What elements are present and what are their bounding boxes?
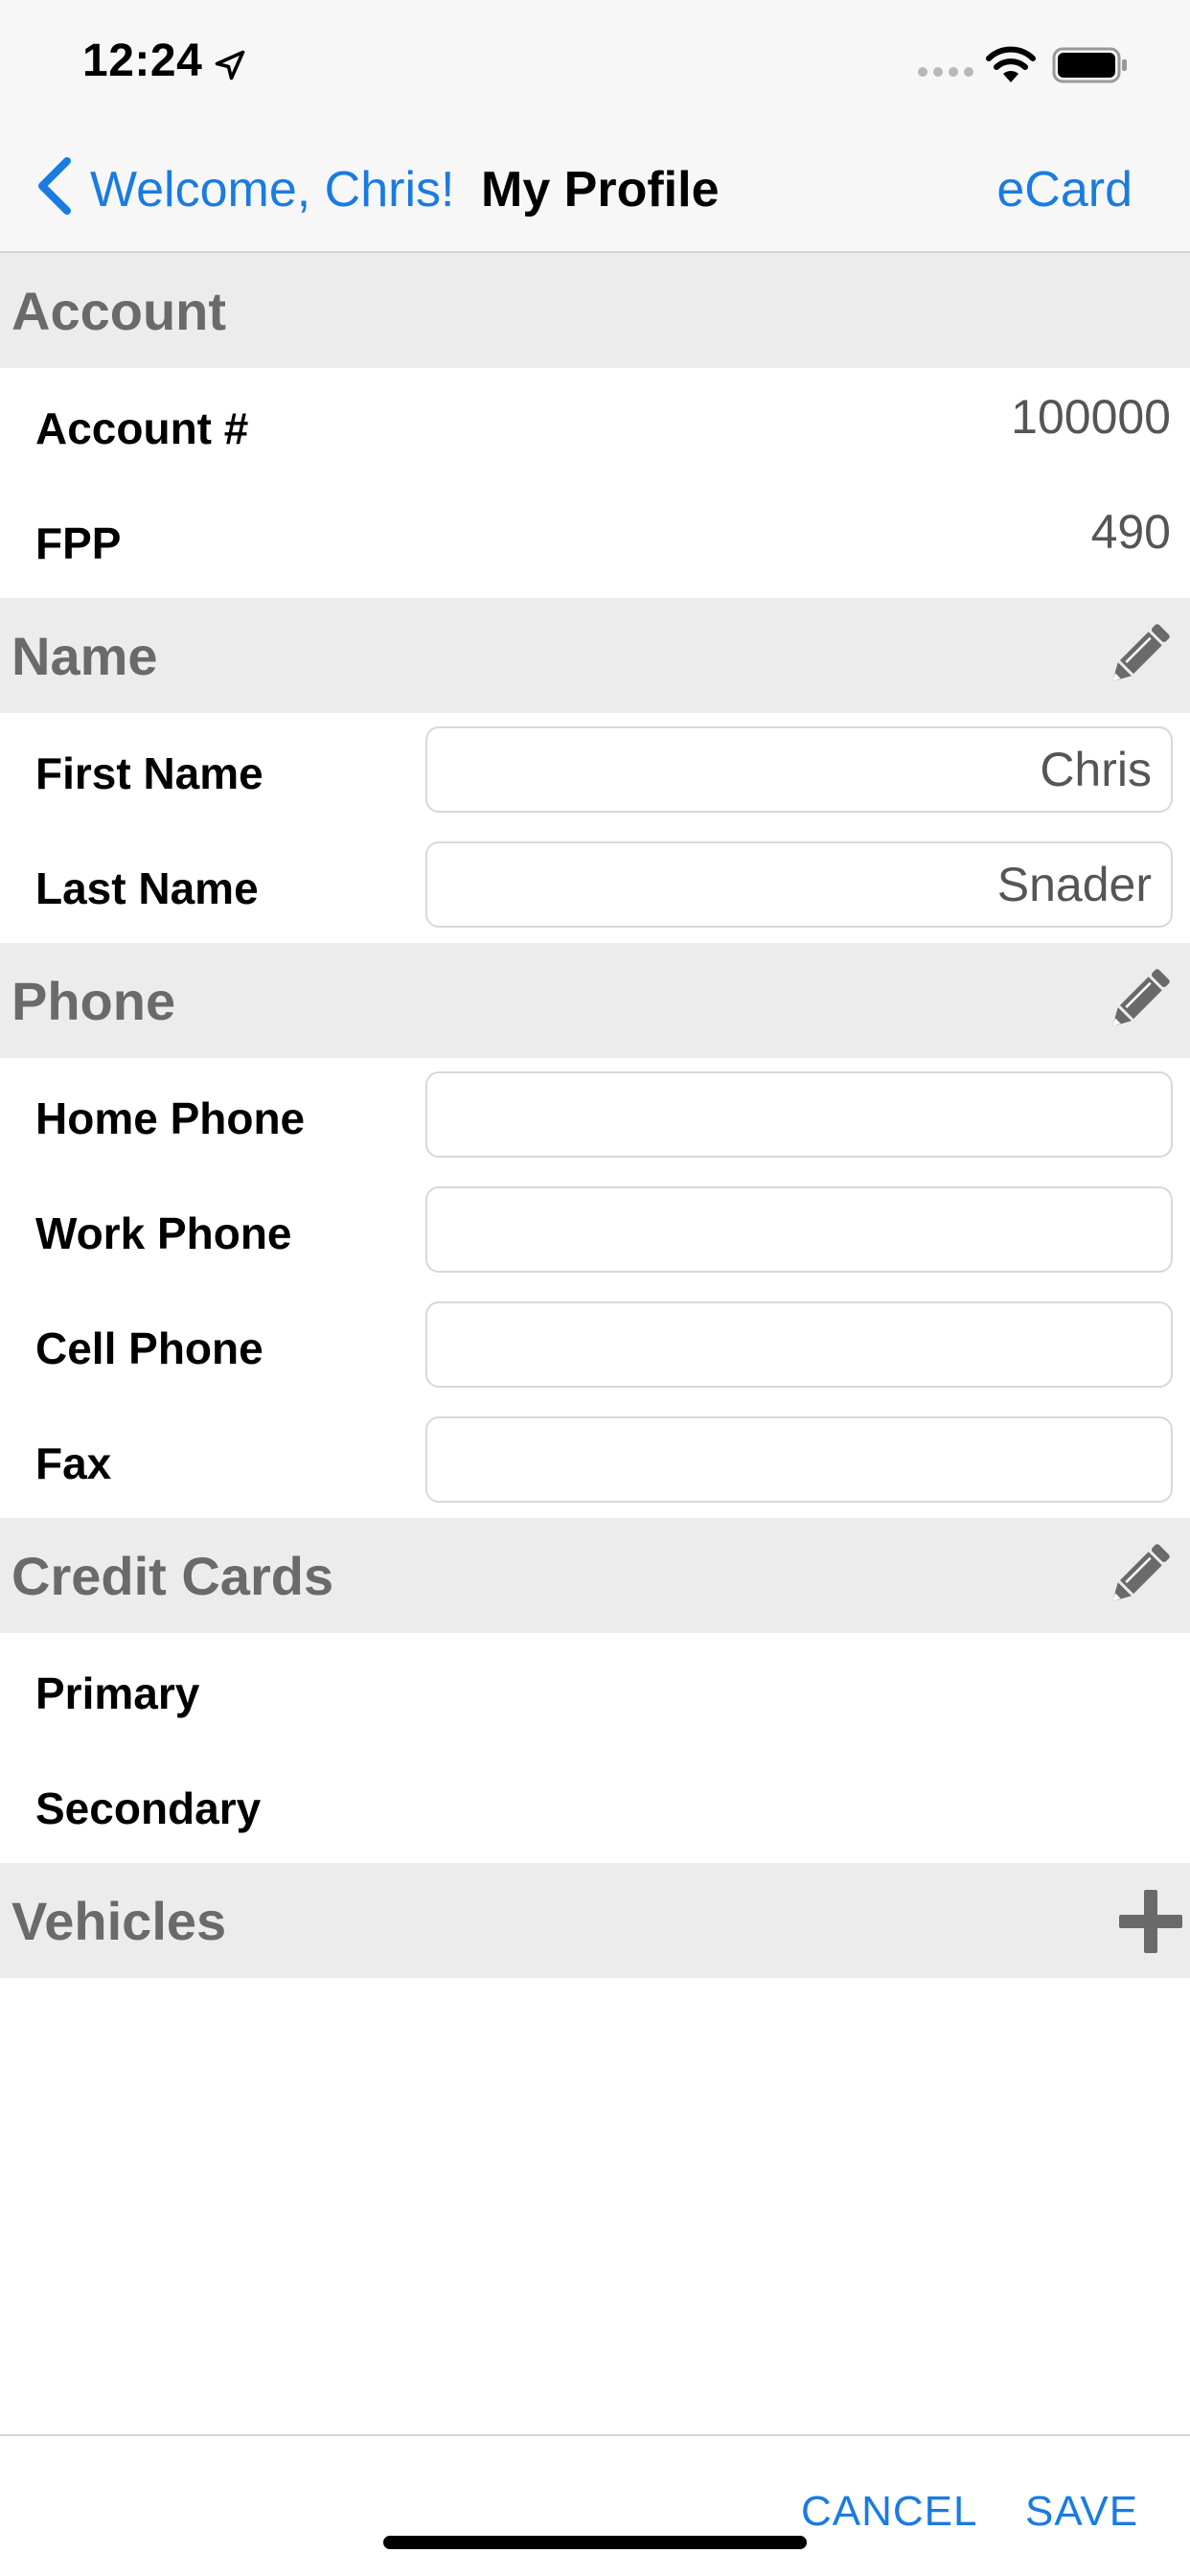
section-account: Account bbox=[0, 253, 1190, 368]
section-name: Name bbox=[0, 598, 1190, 713]
status-bar: 12:24 bbox=[0, 0, 1190, 126]
location-arrow-icon bbox=[215, 50, 245, 80]
account-number-row: Account # 100000 bbox=[0, 368, 1190, 483]
cell-phone-field[interactable] bbox=[425, 1301, 1173, 1388]
row-label: Work Phone bbox=[35, 1208, 292, 1258]
fax-row: Fax bbox=[0, 1403, 1190, 1518]
section-title: Account bbox=[11, 281, 226, 341]
section-phone: Phone bbox=[0, 943, 1190, 1058]
cell-phone-row: Cell Phone bbox=[0, 1288, 1190, 1403]
row-label: Secondary bbox=[35, 1783, 262, 1833]
cancel-button[interactable]: CANCEL bbox=[801, 2488, 978, 2536]
wifi-icon bbox=[986, 46, 1036, 82]
chevron-left-icon[interactable] bbox=[33, 155, 75, 217]
section-title: Vehicles bbox=[11, 1891, 227, 1951]
profile-form: Account Account # 100000 FPP 490 Name Fi… bbox=[0, 253, 1190, 1978]
save-button[interactable]: SAVE bbox=[1025, 2488, 1138, 2536]
back-button[interactable]: Welcome, Chris! bbox=[90, 161, 454, 218]
pencil-icon[interactable] bbox=[1100, 962, 1177, 1039]
work-phone-row: Work Phone bbox=[0, 1173, 1190, 1288]
account-number-value: 100000 bbox=[1011, 390, 1171, 444]
row-label: Cell Phone bbox=[35, 1323, 263, 1373]
row-label: FPP bbox=[35, 518, 122, 568]
section-title: Name bbox=[11, 626, 158, 686]
section-credit-cards: Credit Cards bbox=[0, 1518, 1190, 1633]
pencil-icon[interactable] bbox=[1100, 617, 1177, 694]
navigation-bar: Welcome, Chris! My Profile eCard bbox=[0, 126, 1190, 253]
home-phone-row: Home Phone bbox=[0, 1058, 1190, 1173]
page-title: My Profile bbox=[481, 162, 720, 218]
status-time: 12:24 bbox=[82, 35, 203, 86]
ecard-button[interactable]: eCard bbox=[996, 161, 1133, 218]
row-label: Primary bbox=[35, 1668, 200, 1718]
section-title: Phone bbox=[11, 971, 176, 1031]
row-label: Home Phone bbox=[35, 1093, 306, 1143]
bottom-action-bar: CANCEL SAVE bbox=[0, 2434, 1190, 2576]
pencil-icon[interactable] bbox=[1100, 1537, 1177, 1614]
primary-card-row[interactable]: Primary bbox=[0, 1633, 1190, 1748]
home-phone-field[interactable] bbox=[425, 1071, 1173, 1158]
work-phone-field[interactable] bbox=[425, 1186, 1173, 1273]
last-name-row: Last Name bbox=[0, 828, 1190, 943]
section-title: Credit Cards bbox=[11, 1546, 334, 1606]
cellular-signal-icon bbox=[918, 67, 973, 77]
first-name-row: First Name bbox=[0, 713, 1190, 828]
row-label: Account # bbox=[35, 403, 249, 453]
battery-icon bbox=[1052, 47, 1127, 83]
row-label: First Name bbox=[35, 748, 263, 798]
fpp-row: FPP 490 bbox=[0, 483, 1190, 598]
secondary-card-row[interactable]: Secondary bbox=[0, 1748, 1190, 1863]
first-name-field[interactable] bbox=[425, 726, 1173, 813]
fax-field[interactable] bbox=[425, 1416, 1173, 1503]
home-indicator[interactable] bbox=[383, 2536, 807, 2549]
fpp-value: 490 bbox=[1090, 505, 1171, 559]
row-label: Fax bbox=[35, 1438, 112, 1488]
section-vehicles: Vehicles bbox=[0, 1863, 1190, 1978]
last-name-field[interactable] bbox=[425, 841, 1173, 928]
plus-icon[interactable] bbox=[1111, 1882, 1188, 1959]
row-label: Last Name bbox=[35, 863, 259, 913]
